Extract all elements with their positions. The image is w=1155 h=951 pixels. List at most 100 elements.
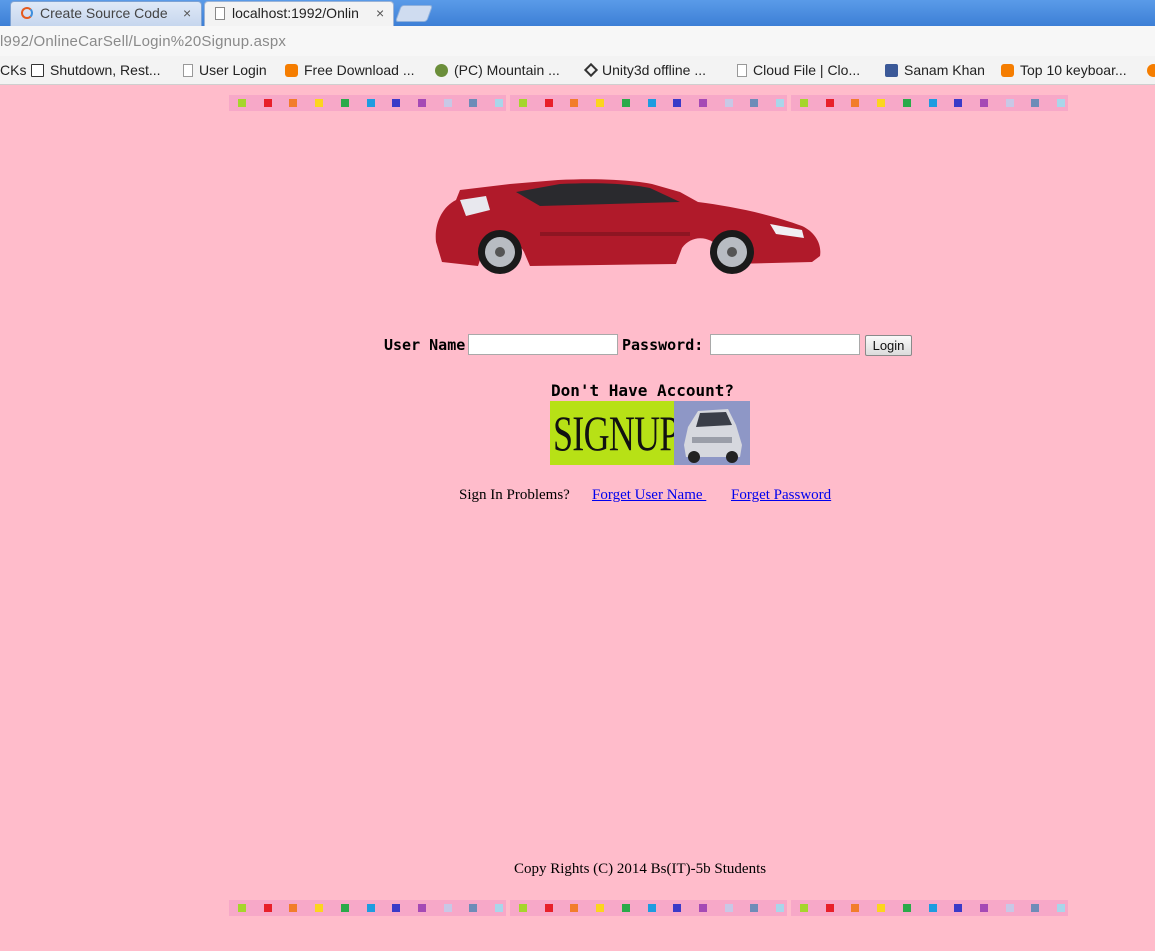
strip-dot (392, 904, 401, 912)
strip-dot (469, 99, 478, 107)
bookmark-label: User Login (199, 62, 267, 78)
strip-dot (519, 99, 527, 107)
partial-icon (1147, 63, 1155, 77)
strip-dot (750, 904, 759, 912)
strip-dot (289, 904, 298, 912)
facebook-icon (885, 63, 898, 77)
bookmark-label: (PC) Mountain ... (454, 62, 560, 78)
tab-label: localhost:1992/Onlin (232, 5, 359, 21)
strip-dot (340, 904, 349, 912)
bookmark-label: Sanam Khan (904, 62, 985, 78)
username-input[interactable] (468, 334, 618, 355)
bookmark-label: Cloud File | Clo... (753, 62, 861, 78)
forget-password-link[interactable]: Forget Password (731, 487, 831, 504)
site-favicon-icon (21, 7, 33, 19)
username-label: User Name (384, 336, 466, 354)
forget-username-link[interactable]: Forget User Name (592, 487, 706, 504)
bookmark-item[interactable]: Unity3d offline ... (583, 60, 706, 80)
strip-dot (495, 904, 503, 912)
bookmark-item[interactable]: CKs (0, 60, 26, 80)
strip-dot (495, 99, 503, 107)
bookmark-item[interactable]: Cloud File | Clo... (737, 60, 860, 80)
strip-dot (469, 904, 478, 912)
strip-dot (544, 904, 553, 912)
bookmark-label: Top 10 keyboar... (1020, 62, 1127, 78)
password-input[interactable] (710, 334, 860, 355)
strip-dot (825, 904, 834, 912)
strip-dot (315, 904, 324, 912)
strip-dot (417, 904, 426, 912)
strip-dot (519, 904, 527, 912)
strip-dot (621, 904, 630, 912)
strip-dot (776, 99, 784, 107)
folder-icon (31, 63, 44, 77)
tab-label: Create Source Code (40, 5, 168, 21)
strip-dot (750, 99, 759, 107)
strip-dot (596, 99, 605, 107)
strip-dot (1031, 99, 1040, 107)
strip-dot (877, 904, 886, 912)
strip-dot (800, 99, 808, 107)
url-text[interactable]: l992/OnlineCarSell/Login%20Signup.aspx (0, 33, 286, 50)
tab-localhost[interactable]: localhost:1992/Onlin × (204, 1, 394, 26)
signup-prompt: Don't Have Account? (551, 381, 735, 400)
strip-dot (698, 99, 707, 107)
bookmark-label: CKs (0, 62, 27, 78)
bookmark-item[interactable]: Shutdown, Rest... (31, 60, 161, 80)
signup-car-image (674, 401, 750, 465)
strip-dot (596, 904, 605, 912)
strip-dot (570, 904, 579, 912)
bookmark-item[interactable]: Top 10 keyboar... (1001, 60, 1127, 80)
address-bar[interactable]: l992/OnlineCarSell/Login%20Signup.aspx (0, 26, 1155, 57)
page-icon (215, 7, 225, 20)
strip-dot (647, 904, 656, 912)
bookmark-item[interactable]: (PC) Mountain ... (435, 60, 560, 80)
strip-dot (979, 99, 988, 107)
strip-dot (673, 904, 682, 912)
strip-dot (928, 904, 937, 912)
tab-close-icon[interactable]: × (183, 5, 191, 21)
bookmark-item[interactable]: Free Download ... (285, 60, 415, 80)
strip-dot (263, 99, 272, 107)
strip-dot (724, 904, 733, 912)
tab-create-source-code[interactable]: Create Source Code × (10, 1, 202, 26)
strip-dot (544, 99, 553, 107)
strip-dot (392, 99, 401, 107)
game-icon (435, 63, 448, 77)
strip-dot (570, 99, 579, 107)
decorative-strip-bottom (229, 900, 1068, 916)
bookmark-overflow[interactable] (1147, 60, 1155, 80)
strip-dot (238, 99, 246, 107)
strip-dot (902, 99, 911, 107)
strip-dot (1057, 904, 1065, 912)
strip-dot (238, 904, 246, 912)
signup-banner-button[interactable]: SIGNUP (550, 401, 750, 465)
strip-dot (979, 904, 988, 912)
login-form: User Name Password: Login (0, 334, 1155, 356)
page-icon (737, 63, 747, 77)
copyright-text: Copy Rights (C) 2014 Bs(IT)-5b Students (514, 861, 767, 877)
password-label: Password: (622, 336, 704, 354)
blogger-icon (285, 63, 298, 77)
strip-dot (673, 99, 682, 107)
strip-dot (902, 904, 911, 912)
strip-dot (621, 99, 630, 107)
strip-dot (851, 99, 860, 107)
strip-dot (417, 99, 426, 107)
strip-dot (443, 99, 452, 107)
bookmark-label: Free Download ... (304, 62, 415, 78)
bookmark-item[interactable]: User Login (183, 60, 267, 80)
strip-dot (1057, 99, 1065, 107)
strip-dot (340, 99, 349, 107)
sign-in-problems-label: Sign In Problems? (459, 487, 570, 503)
tab-close-icon[interactable]: × (376, 5, 384, 21)
blogger-icon (1001, 63, 1014, 77)
strip-dot (954, 904, 963, 912)
new-tab-button[interactable] (394, 5, 434, 22)
decorative-strip-top (229, 95, 1068, 111)
strip-dot (366, 99, 375, 107)
strip-dot (366, 904, 375, 912)
bookmark-item[interactable]: Sanam Khan (885, 60, 985, 80)
login-button[interactable]: Login (865, 335, 912, 356)
car-image (435, 179, 821, 274)
